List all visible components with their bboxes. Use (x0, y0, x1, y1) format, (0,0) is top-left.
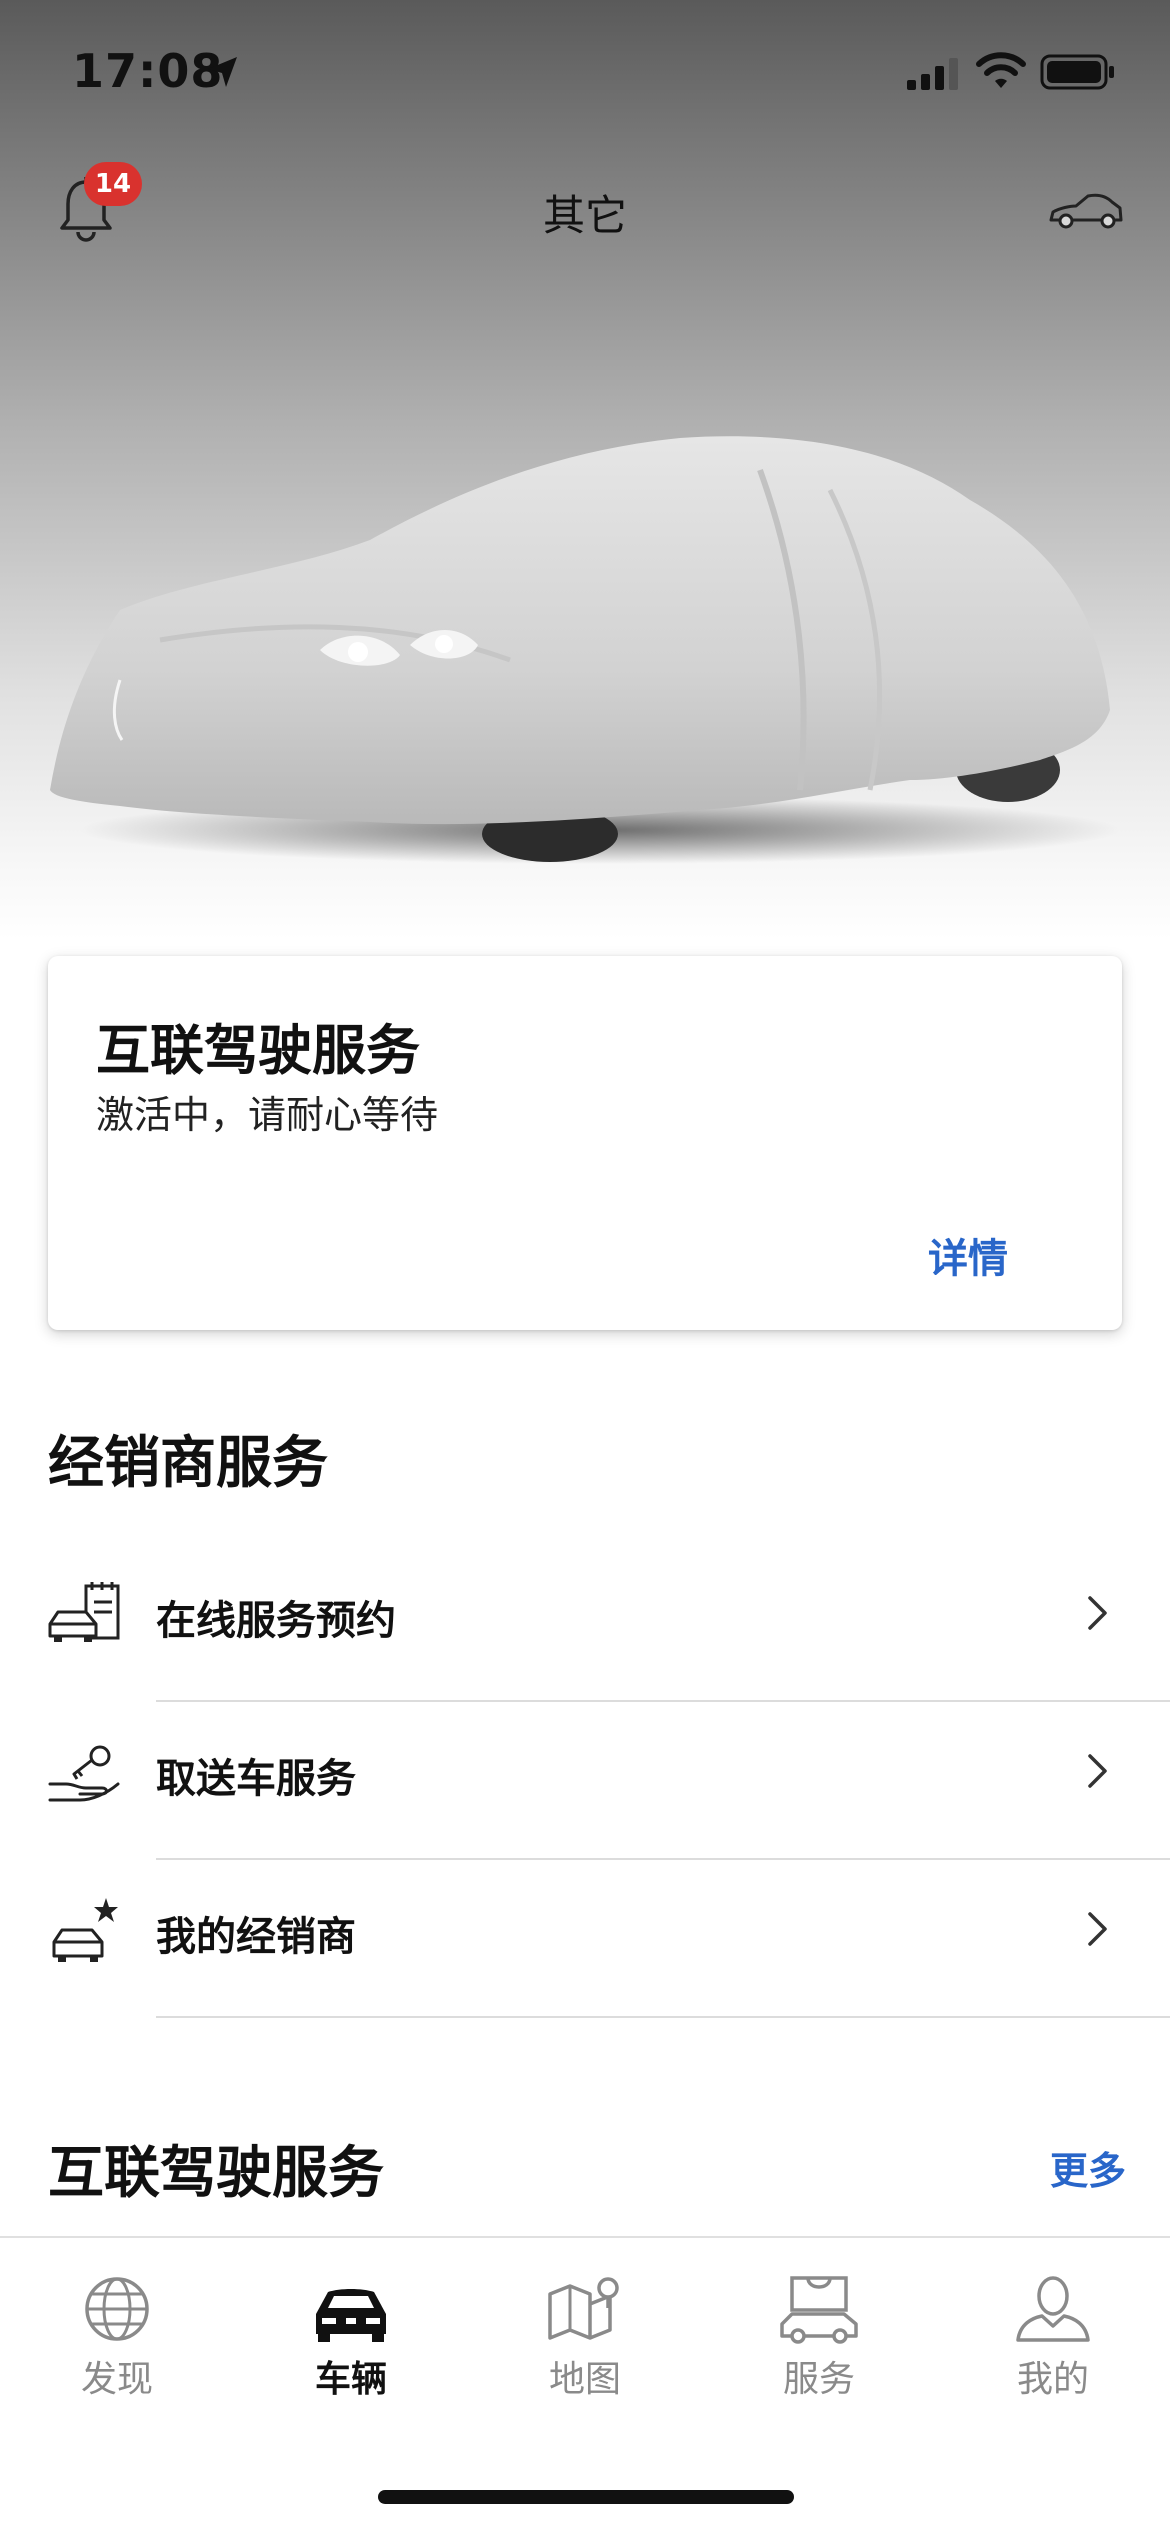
tab-label: 地图 (548, 2359, 621, 2400)
tab-map[interactable]: 地图 (468, 2274, 702, 2404)
car-calendar-icon (48, 1582, 120, 1642)
status-bar: 17:08 (0, 0, 1170, 140)
more-link[interactable]: 更多 (1050, 2140, 1126, 2195)
tab-label: 我的 (1016, 2359, 1089, 2400)
tab-vehicle[interactable]: 车辆 (234, 2274, 468, 2404)
list-item-label: 取送车服务 (156, 1756, 356, 1802)
tab-profile[interactable]: 我的 (936, 2274, 1170, 2404)
shopping-bag-car-icon (780, 2276, 858, 2344)
globe-icon (85, 2277, 149, 2341)
tab-discover[interactable]: 发现 (0, 2274, 234, 2404)
location-arrow-icon (208, 57, 237, 87)
dealer-section-title: 经销商服务 (48, 1431, 328, 1496)
home-indicator[interactable] (378, 2490, 794, 2504)
hand-key-icon (48, 1745, 120, 1802)
covered-car-image (50, 436, 1120, 864)
map-icon (548, 2277, 619, 2340)
page-title: 其它 (542, 191, 627, 240)
tab-label: 服务 (782, 2359, 855, 2400)
list-item-pickup-delivery[interactable]: 取送车服务 (0, 1702, 1170, 1860)
car-icon (316, 2289, 386, 2342)
tab-services[interactable]: 服务 (702, 2274, 936, 2404)
person-icon (1016, 2276, 1090, 2342)
car-outline-icon[interactable] (1048, 190, 1124, 234)
chevron-right-icon (1088, 1596, 1107, 1630)
wifi-icon (976, 52, 1026, 88)
chevron-right-icon (1088, 1754, 1107, 1788)
list-item-my-dealer[interactable]: 我的经销商 (0, 1860, 1170, 2018)
divider (156, 2016, 1170, 2018)
status-time: 17:08 (72, 44, 224, 98)
chevron-right-icon (1088, 1912, 1107, 1946)
tab-label: 车辆 (314, 2359, 387, 2400)
list-item-label: 我的经销商 (156, 1914, 356, 1960)
card-status-text: 激活中，请耐心等待 (96, 1093, 439, 1137)
battery-icon (1040, 54, 1114, 90)
tab-label: 发现 (80, 2359, 153, 2400)
connected-section-title: 互联驾驶服务 (48, 2141, 384, 2206)
cellular-signal-icon (907, 58, 958, 90)
car-star-icon (52, 1898, 118, 1962)
details-link[interactable]: 详情 (928, 1226, 1008, 1284)
list-item-label: 在线服务预约 (156, 1598, 396, 1644)
card-title: 互联驾驶服务 (96, 1019, 420, 1082)
connected-drive-card: 互联驾驶服务 激活中，请耐心等待 详情 (48, 956, 1122, 1330)
list-item-online-booking[interactable]: 在线服务预约 (0, 1544, 1170, 1702)
